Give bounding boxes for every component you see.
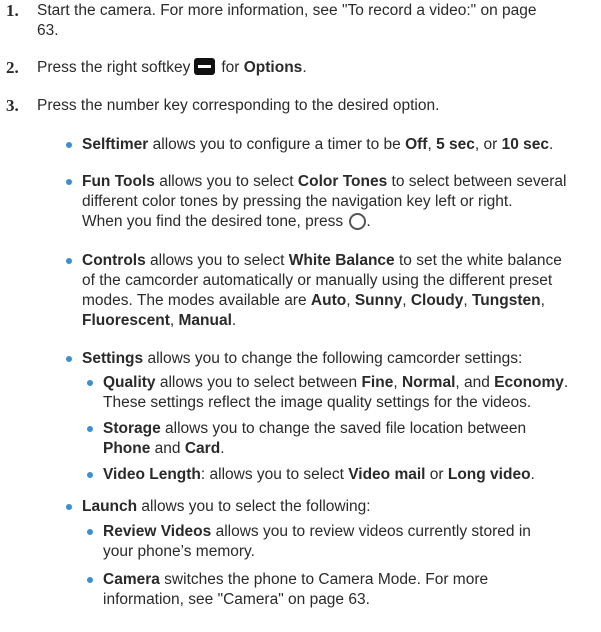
- manual-page: 1. Start the camera. For more informatio…: [0, 0, 601, 632]
- ok-key-icon: [349, 213, 367, 230]
- right-softkey-icon: [194, 58, 216, 75]
- step-text-line: 63.: [37, 22, 59, 39]
- step-text: Press the number key corresponding to th…: [37, 97, 440, 114]
- step-text: Start the camera. For more information, …: [37, 1, 597, 41]
- bullet-icon: [66, 142, 72, 148]
- bullet-icon: [87, 577, 93, 583]
- step-text: Press the right softkey for Options.: [37, 58, 307, 76]
- bullet-icon: [66, 504, 72, 510]
- bullet-icon: [87, 426, 93, 432]
- bullet-icon: [87, 380, 93, 386]
- bullet-icon: [66, 179, 72, 185]
- bullet-icon: [87, 529, 93, 535]
- bullet-icon: [66, 258, 72, 264]
- step-number: 3.: [6, 96, 19, 115]
- bullet-icon: [87, 472, 93, 478]
- bullet-icon: [66, 356, 72, 362]
- step-text-line: Start the camera. For more information, …: [37, 2, 537, 19]
- step-number: 2.: [6, 58, 19, 77]
- step-number: 1.: [6, 1, 19, 20]
